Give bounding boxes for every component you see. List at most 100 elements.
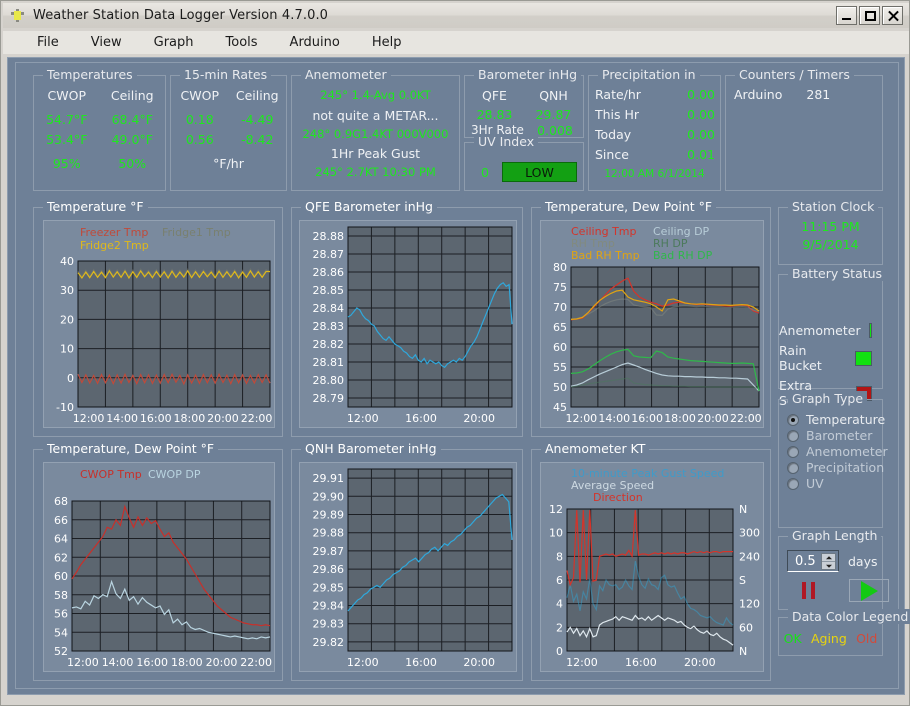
- station-clock-time: 11:15 PM: [779, 219, 882, 234]
- svg-text:52: 52: [54, 645, 68, 658]
- uv-index-badge: LOW: [502, 162, 577, 182]
- svg-text:20:00: 20:00: [463, 656, 495, 669]
- temperatures-ceiling-value: 68.4°F: [100, 112, 166, 127]
- svg-text:14:00: 14:00: [102, 656, 134, 669]
- chart-svg-temperature: -1001020304012:0014:0016:0018:0020:0022:…: [44, 221, 276, 429]
- graph-type-option-barometer[interactable]: Barometer: [787, 428, 882, 443]
- rates-ceiling-value: -4.49: [229, 112, 287, 127]
- window-title: Weather Station Data Logger Version 4.7.…: [33, 8, 836, 23]
- temperatures-cwop-humidity: 95%: [34, 156, 100, 171]
- stepper-up-button[interactable]: [822, 554, 835, 562]
- radio-icon-anemometer[interactable]: [787, 446, 799, 458]
- precipitation-title: Precipitation in: [598, 67, 700, 82]
- menu-item-file[interactable]: File: [21, 32, 75, 53]
- svg-text:4: 4: [556, 598, 563, 611]
- play-button[interactable]: [849, 579, 889, 602]
- svg-text:22:00: 22:00: [241, 412, 273, 425]
- svg-text:62: 62: [54, 551, 68, 564]
- legend-cwop-tmp: CWOP Tmp: [80, 468, 142, 481]
- chart-plot-temperature: Freezer Tmp Fridge1 Tmp Fridge2 Tmp -10 0…: [43, 220, 275, 428]
- chart-panel-ceiling-dewpoint: Temperature, Dew Point °F Ceiling Tmp Ce…: [531, 207, 771, 437]
- graph-type-option-anemometer[interactable]: Anemometer: [787, 444, 882, 459]
- svg-text:28.79: 28.79: [313, 392, 345, 405]
- close-button[interactable]: [882, 6, 903, 25]
- svg-text:29.84: 29.84: [313, 600, 345, 613]
- svg-text:29.91: 29.91: [313, 472, 345, 485]
- menu-item-arduino[interactable]: Arduino: [274, 32, 356, 53]
- anemometer-current-wind: 245° 1.4-Avg 0.0KT: [292, 88, 459, 102]
- chart-title-qfe: QFE Barometer inHg: [301, 199, 437, 214]
- svg-text:12:00: 12:00: [73, 412, 105, 425]
- menu-item-tools[interactable]: Tools: [210, 32, 274, 53]
- rates-title: 15-min Rates: [180, 67, 271, 82]
- svg-text:18:00: 18:00: [664, 412, 696, 425]
- precip-today-value: 0.00: [687, 127, 715, 142]
- svg-text:10: 10: [60, 343, 74, 356]
- radio-icon-temperature[interactable]: [787, 414, 799, 426]
- svg-text:300: 300: [739, 527, 760, 540]
- svg-text:18:00: 18:00: [174, 412, 206, 425]
- graph-type-option-temperature[interactable]: Temperature: [787, 412, 882, 427]
- data-color-legend-title: Data Color Legend: [788, 609, 910, 624]
- battery-label-rain-bucket: Rain Bucket: [779, 343, 847, 373]
- station-clock-date: 9/5/2014: [779, 237, 882, 252]
- svg-text:28.88: 28.88: [313, 230, 345, 243]
- radio-icon-barometer[interactable]: [787, 430, 799, 442]
- svg-text:40: 40: [60, 255, 74, 268]
- app-window: Weather Station Data Logger Version 4.7.…: [0, 0, 910, 706]
- menu-bar: File View Graph Tools Arduino Help: [3, 31, 909, 54]
- graph-length-input[interactable]: 0.5: [787, 550, 839, 572]
- title-bar: Weather Station Data Logger Version 4.7.…: [3, 3, 909, 28]
- menu-item-graph[interactable]: Graph: [138, 32, 210, 53]
- svg-text:60: 60: [739, 621, 753, 634]
- pause-button[interactable]: [789, 579, 827, 602]
- svg-text:20:00: 20:00: [684, 656, 716, 669]
- graph-length-stepper[interactable]: [821, 553, 836, 570]
- menu-item-help[interactable]: Help: [356, 32, 418, 53]
- battery-row-rain-bucket: Rain Bucket: [779, 343, 882, 373]
- uv-index-title: UV Index: [474, 134, 538, 149]
- svg-text:12:00: 12:00: [565, 412, 597, 425]
- svg-text:18:00: 18:00: [171, 656, 203, 669]
- svg-text:120: 120: [739, 598, 760, 611]
- minimize-button[interactable]: [836, 6, 857, 25]
- graph-type-option-uv[interactable]: UV: [787, 476, 882, 491]
- svg-text:20:00: 20:00: [463, 412, 495, 425]
- svg-text:20:00: 20:00: [207, 412, 239, 425]
- svg-text:S: S: [739, 574, 746, 587]
- legend-fridge1-tmp: Fridge1 Tmp: [162, 226, 231, 239]
- svg-text:28.83: 28.83: [313, 320, 345, 333]
- temperatures-header-ceiling: Ceiling: [100, 88, 166, 103]
- legend-freezer-tmp: Freezer Tmp: [80, 226, 148, 239]
- radio-icon-precipitation[interactable]: [787, 462, 799, 474]
- app-icon: [10, 8, 26, 24]
- maximize-button[interactable]: [859, 6, 880, 25]
- temperatures-ceiling-dewpoint: 49.0°F: [100, 132, 166, 147]
- play-icon: [861, 581, 878, 601]
- stepper-down-button[interactable]: [822, 562, 835, 569]
- barometer-header-qfe: QFE: [465, 88, 524, 103]
- counters-panel: Counters / Timers Arduino 281: [725, 75, 883, 191]
- anemometer-metar-label: not quite a METAR...: [292, 108, 459, 123]
- svg-text:-10: -10: [56, 401, 74, 414]
- svg-text:12:00: 12:00: [347, 656, 379, 669]
- chart-plot-qfe: 28.7928.8028.8128.8228.8328.8428.8528.86…: [299, 220, 517, 428]
- svg-text:0: 0: [67, 372, 74, 385]
- chart-svg-cwop-dewpoint: 52545658606264666812:0014:0016:0018:0020…: [44, 463, 276, 673]
- legend-fridge2-tmp: Fridge2 Tmp: [80, 239, 149, 252]
- graph-type-option-precipitation[interactable]: Precipitation: [787, 460, 882, 475]
- menu-item-view[interactable]: View: [75, 32, 138, 53]
- chart-panel-anemometer: Anemometer KT 10-minute Peak Gust Speed …: [531, 449, 771, 681]
- rates-unit: °F/hr: [171, 156, 286, 171]
- chart-plot-qnh: 29.8229.8329.8429.8529.8629.8729.8829.89…: [299, 462, 517, 672]
- svg-text:29.90: 29.90: [313, 490, 345, 503]
- radio-icon-uv[interactable]: [787, 478, 799, 490]
- rates-header-ceiling: Ceiling: [229, 88, 287, 103]
- svg-text:16:00: 16:00: [140, 412, 172, 425]
- svg-text:22:00: 22:00: [730, 412, 762, 425]
- svg-text:22:00: 22:00: [240, 656, 272, 669]
- svg-text:64: 64: [54, 533, 68, 546]
- data-color-legend-panel: Data Color Legend OK Aging Old: [778, 617, 883, 656]
- client-inner-frame: Temperatures CWOP Ceiling 54.7°F 68.4°F …: [15, 62, 899, 689]
- graph-type-label-precipitation: Precipitation: [806, 460, 884, 475]
